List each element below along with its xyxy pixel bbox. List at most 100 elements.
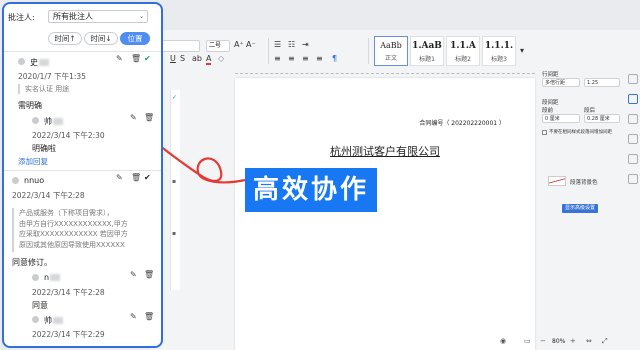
author-name: 帅 xyxy=(44,316,52,325)
comment-author: nnuo xyxy=(24,176,45,185)
redacted-name xyxy=(53,118,63,125)
style-heading-3[interactable]: 1.1.1. 标题3 xyxy=(482,36,516,66)
check-icon[interactable]: ✔ xyxy=(144,54,151,63)
trash-icon[interactable]: 🗑 xyxy=(131,54,141,63)
document-editor: 二号 A⁺ A⁻ B I U S ab A ◇ ☰ ☷ ⇥ ≡ ≡ ≡ ≡ ¶ … xyxy=(150,30,640,350)
edit-icon[interactable]: ✎ xyxy=(130,312,137,321)
after-spacing-input[interactable]: 0.28 厘米 xyxy=(584,114,620,123)
style-label: 标题1 xyxy=(419,56,435,63)
reply-body: 同意 xyxy=(32,301,48,310)
quote-line: 产品或服务（下称项目需求）， xyxy=(19,209,114,217)
style-heading-1[interactable]: 1.AaB 标题1 xyxy=(410,36,444,66)
ribbon-toolbar: 二号 A⁺ A⁻ B I U S ab A ◇ ☰ ☷ ⇥ ≡ ≡ ≡ ≡ ¶ … xyxy=(150,36,640,66)
check-icon: ✓ xyxy=(172,94,178,101)
review-comments-panel: 批注人: 所有批注人 ⌄ 时间↑ 时间↓ 位置 史 ✎ 🗑 ✔ 2020/1/7… xyxy=(2,2,163,348)
style-sample: 1.1.1. xyxy=(484,41,514,51)
text-settings-icon[interactable] xyxy=(628,74,638,84)
view-icon[interactable]: ◉ xyxy=(500,337,506,345)
reply-author: n xyxy=(44,273,61,282)
edit-icon[interactable]: ✎ xyxy=(130,270,137,279)
efficient-collaboration-banner: 高效协作 xyxy=(245,168,377,212)
image-settings-icon[interactable] xyxy=(628,134,638,144)
zoom-out-icon[interactable]: − xyxy=(540,337,546,345)
paragraph-background-swatch[interactable] xyxy=(548,176,566,186)
sort-position-button[interactable]: 位置 xyxy=(120,32,150,45)
edit-icon[interactable]: ✎ xyxy=(116,54,123,63)
line-spacing-mode-select[interactable]: 多倍行距 xyxy=(542,78,580,87)
reply-time: 2022/3/14 下午2:28 xyxy=(32,288,105,297)
style-heading-2[interactable]: 1.1.A 标题2 xyxy=(446,36,480,66)
comment-thread: 史 ✎ 🗑 ✔ 2020/1/7 下午1:35 实名认证 用途 需明确 帅 ✎ … xyxy=(4,54,161,166)
paragraph-settings-icon[interactable] xyxy=(628,94,638,104)
strike-icon[interactable]: S xyxy=(180,54,185,63)
comment-marker-strip: ✓ ▪ ▪ xyxy=(170,90,180,290)
font-size-select[interactable]: 二号 xyxy=(206,40,230,52)
chevron-down-icon[interactable]: ▾ xyxy=(520,46,524,55)
comment-body: 同意修订。 xyxy=(12,258,52,267)
company-name-wrapper: 杭州测试客户有限公司 xyxy=(235,143,535,159)
trash-icon[interactable]: 🗑 xyxy=(144,113,154,122)
fit-width-icon[interactable]: ⇔ xyxy=(586,337,592,345)
before-spacing-input[interactable]: 0 厘米 xyxy=(542,114,580,123)
chevron-down-icon: ⌄ xyxy=(138,13,144,20)
grow-font-icon[interactable]: A⁺ xyxy=(234,40,244,49)
avatar xyxy=(12,177,19,184)
same-style-spacing-checkbox[interactable] xyxy=(542,130,547,135)
after-label: 段后 xyxy=(584,108,596,114)
align-right-icon[interactable]: ≡ xyxy=(302,54,309,63)
horizontal-ruler xyxy=(235,68,535,74)
table-settings-icon[interactable] xyxy=(628,114,638,124)
zoom-in-icon[interactable]: + xyxy=(570,337,576,345)
sort-time-asc-button[interactable]: 时间↑ xyxy=(48,32,82,45)
comment-marker-icon[interactable]: ▪ xyxy=(172,178,176,185)
align-center-icon[interactable]: ≡ xyxy=(288,54,295,63)
paragraph-icon[interactable]: ¶ xyxy=(332,54,337,63)
trash-icon[interactable]: 🗑 xyxy=(144,270,154,279)
indent-icon[interactable]: ⇥ xyxy=(302,40,309,49)
quoted-text: 产品或服务（下称项目需求）， 由甲方自行XXXXXXXXXXXX,甲方 应采取X… xyxy=(12,208,152,252)
reviewer-filter-select[interactable]: 所有批注人 ⌄ xyxy=(48,10,148,23)
line-spacing-value-input[interactable]: 1.25 xyxy=(584,78,620,87)
trash-icon[interactable]: 🗑 xyxy=(131,173,141,182)
reviewer-filter-label: 批注人: xyxy=(8,13,35,22)
panel-scrollbar[interactable] xyxy=(161,4,163,344)
reply-time: 2022/3/14 下午2:29 xyxy=(32,330,105,339)
bullet-list-icon[interactable]: ☰ xyxy=(274,40,281,49)
screenshot-stage: 二号 A⁺ A⁻ B I U S ab A ◇ ☰ ☷ ⇥ ≡ ≡ ≡ ≡ ¶ … xyxy=(0,0,640,350)
comment-thread: nnuo ✎ 🗑 ✔ 2022/3/14 下午2:28 产品或服务（下称项目需求… xyxy=(4,172,161,344)
avatar xyxy=(32,316,39,323)
sort-time-desc-button[interactable]: 时间↓ xyxy=(84,32,118,45)
highlight-icon[interactable]: ab xyxy=(192,54,202,63)
line-spacing-label: 行间距 xyxy=(542,72,559,78)
quote-line: 由甲方自行XXXXXXXXXXXX,甲方 xyxy=(19,219,128,228)
font-color-icon[interactable]: A xyxy=(206,54,212,65)
check-icon[interactable]: ✔ xyxy=(144,173,151,182)
trash-icon[interactable]: 🗑 xyxy=(144,312,154,321)
clear-format-icon[interactable]: ◇ xyxy=(218,54,224,63)
justify-icon[interactable]: ≡ xyxy=(316,54,323,63)
comment-time: 2022/3/14 下午2:28 xyxy=(12,191,85,200)
company-name: 杭州测试客户有限公司 xyxy=(330,145,440,158)
author-name: n xyxy=(44,273,50,282)
show-advanced-button[interactable]: 显示高级设置 xyxy=(562,204,598,213)
shrink-font-icon[interactable]: A⁻ xyxy=(246,40,256,49)
fit-page-icon[interactable]: ⤢ xyxy=(602,337,608,346)
underline-icon[interactable]: U xyxy=(170,54,176,63)
add-reply-link[interactable]: 添加回复 xyxy=(18,156,48,167)
edit-icon[interactable]: ✎ xyxy=(130,113,137,122)
quote-line: 原因或其他原因导致使用XXXXXX xyxy=(19,240,125,249)
edit-icon[interactable]: ✎ xyxy=(116,173,123,182)
document-page[interactable]: 合同编号（ 202202220001 ） 杭州测试客户有限公司 xyxy=(235,78,535,350)
chart-settings-icon[interactable] xyxy=(628,174,638,184)
style-label: 正文 xyxy=(384,55,397,62)
style-sample: 1.1.A xyxy=(450,41,476,51)
shape-settings-icon[interactable] xyxy=(628,154,638,164)
para-spacing-label: 段间距 xyxy=(542,100,559,106)
number-list-icon[interactable]: ☷ xyxy=(288,40,295,49)
layout-icon[interactable]: ▭ xyxy=(524,337,531,345)
comment-marker-icon[interactable]: ▪ xyxy=(172,230,176,237)
divider xyxy=(4,51,161,52)
style-normal[interactable]: AaBb 正文 xyxy=(374,36,408,66)
align-left-icon[interactable]: ≡ xyxy=(274,54,281,63)
quoted-text: 实名认证 用途 xyxy=(18,84,138,94)
